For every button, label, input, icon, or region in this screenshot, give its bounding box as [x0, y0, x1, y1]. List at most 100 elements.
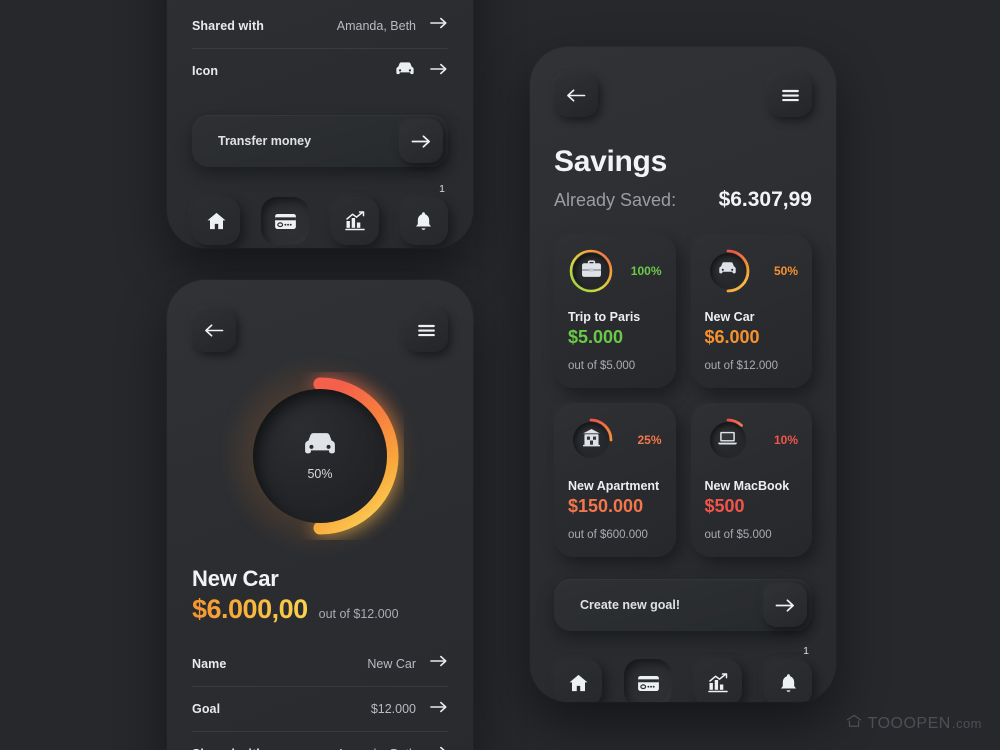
notification-badge: 1	[803, 645, 809, 657]
goal-card-trip-to-paris[interactable]: 100% Trip to Paris $5.000 out of $5.000	[554, 234, 676, 388]
goal-name: New MacBook	[704, 479, 790, 493]
credit-card-icon[interactable]	[624, 659, 672, 702]
row-value: New Car	[367, 656, 416, 671]
row-label: Goal	[192, 702, 221, 716]
laptop-icon	[717, 430, 738, 451]
phone-card-transfer: Shared with Amanda, Beth Icon Transfer m…	[167, 0, 473, 248]
phone-card-goal-detail: 50% New Car $6.000,00 out of $12.000 Nam…	[167, 280, 473, 750]
goals-grid: 100% Trip to Paris $5.000 out of $5.000	[554, 234, 812, 557]
goal-percent: 25%	[637, 433, 662, 447]
goal-amount: $5.000	[568, 327, 624, 347]
arrow-right-icon	[430, 654, 448, 673]
goal-out-of: out of $600.000	[568, 529, 648, 541]
row-icon[interactable]: Icon	[192, 48, 448, 93]
transfer-money-button[interactable]: Transfer money	[192, 115, 448, 167]
create-new-goal-label: Create new goal!	[580, 598, 681, 612]
goal-out-of: out of $12.000	[318, 607, 399, 621]
back-button[interactable]	[192, 308, 236, 352]
row-goal[interactable]: Goal $12.000	[192, 686, 448, 731]
goal-card-new-macbook[interactable]: 10% New MacBook $500 out of $5.000	[690, 403, 812, 557]
hamburger-menu-icon	[417, 324, 436, 337]
arrow-right-icon	[430, 16, 448, 35]
arrow-right-icon	[430, 700, 448, 719]
nav-item-stats[interactable]	[330, 197, 379, 245]
goal-card-header: 25%	[568, 417, 662, 463]
goal-name: New Apartment	[568, 479, 660, 493]
goal-card-new-apartment[interactable]: 25% New Apartment $150.000 out of $600.0…	[554, 403, 676, 557]
goal-percent: 100%	[630, 264, 662, 278]
arrow-left-icon	[204, 323, 224, 338]
row-label: Icon	[192, 64, 219, 78]
menu-button[interactable]	[404, 308, 448, 352]
watermark: TOOOPEN .com	[846, 714, 982, 733]
home-icon[interactable]	[554, 659, 602, 702]
goal-mini-ring	[705, 417, 751, 463]
nav-item-cards[interactable]	[261, 197, 310, 245]
savings-header: Savings Already Saved: $6.307,99	[554, 145, 812, 212]
goal-card-header: 50%	[705, 248, 798, 294]
goal-percent: 50%	[773, 264, 798, 278]
ring-percent-label: 50%	[307, 467, 333, 481]
row-value: Amanda, Beth	[336, 18, 416, 33]
detail-topbar	[192, 308, 448, 352]
goal-out-of: out of $5.000	[568, 360, 636, 372]
menu-button[interactable]	[768, 73, 812, 117]
chart-icon[interactable]	[330, 197, 379, 245]
arrow-right-icon	[430, 62, 448, 81]
already-saved-row: Already Saved: $6.307,99	[554, 188, 812, 212]
briefcase-icon	[581, 259, 602, 283]
goal-percent: 10%	[773, 433, 798, 447]
arrow-left-icon	[566, 88, 586, 103]
goal-card-new-car[interactable]: 50% New Car $6.000 out of $12.000	[690, 234, 812, 388]
goal-amount: $150.000	[568, 496, 644, 516]
building-icon	[582, 428, 601, 452]
bottom-navigation: 1	[192, 183, 448, 245]
car-icon	[301, 431, 339, 463]
arrow-right-icon	[430, 745, 448, 750]
goal-amount: $500	[704, 496, 745, 516]
goal-name: New Car	[704, 310, 755, 324]
arrow-right-icon[interactable]	[763, 583, 807, 627]
screenshot-root: Shared with Amanda, Beth Icon Transfer m…	[0, 0, 1000, 750]
row-label: Shared with	[192, 18, 264, 33]
row-right: $12.000	[371, 700, 448, 719]
goal-out-of: out of $5.000	[704, 529, 772, 541]
credit-card-icon[interactable]	[261, 197, 310, 245]
row-right: New Car	[367, 654, 448, 673]
bottom-navigation: 1	[554, 645, 812, 702]
row-shared-with[interactable]: Shared with Amanda, Beth	[192, 731, 448, 750]
create-new-goal-button[interactable]: Create new goal!	[554, 579, 812, 631]
goal-amount-line: $6.000,00 out of $12.000	[192, 594, 448, 625]
arrow-right-icon[interactable]	[399, 119, 443, 163]
bell-icon[interactable]	[399, 197, 448, 245]
nav-item-stats[interactable]	[694, 659, 742, 702]
goal-out-of: out of $12.000	[704, 360, 779, 372]
row-name[interactable]: Name New Car	[192, 641, 448, 686]
goal-icon-disc	[709, 253, 746, 289]
car-icon	[394, 61, 416, 82]
nav-item-home[interactable]	[554, 659, 602, 702]
goal-icon-disc	[709, 422, 746, 458]
back-button[interactable]	[554, 73, 598, 117]
goal-card-header: 100%	[568, 248, 662, 294]
watermark-suffix: .com	[951, 716, 982, 731]
chart-icon[interactable]	[694, 659, 742, 702]
goal-amount: $6.000,00	[192, 594, 308, 624]
goal-mini-ring	[568, 417, 614, 463]
notification-badge: 1	[439, 183, 445, 195]
watermark-brand: TOOOPEN	[867, 714, 951, 732]
home-icon[interactable]	[192, 197, 240, 245]
goal-name: Trip to Paris	[568, 310, 641, 324]
cloud-home-icon	[846, 714, 862, 733]
nav-item-cards[interactable]	[624, 659, 672, 702]
transfer-money-label: Transfer money	[218, 134, 312, 148]
goal-mini-ring	[705, 248, 751, 294]
row-shared-with[interactable]: Shared with Amanda, Beth	[192, 3, 448, 48]
already-saved-label: Already Saved:	[554, 190, 677, 210]
nav-item-notifications[interactable]: 1	[399, 183, 448, 245]
phone-card-savings: Savings Already Saved: $6.307,99 100% Tr…	[530, 47, 836, 702]
nav-item-home[interactable]	[192, 197, 240, 245]
bell-icon[interactable]	[764, 659, 812, 702]
goal-title: New Car	[192, 566, 279, 591]
nav-item-notifications[interactable]: 1	[764, 645, 812, 702]
